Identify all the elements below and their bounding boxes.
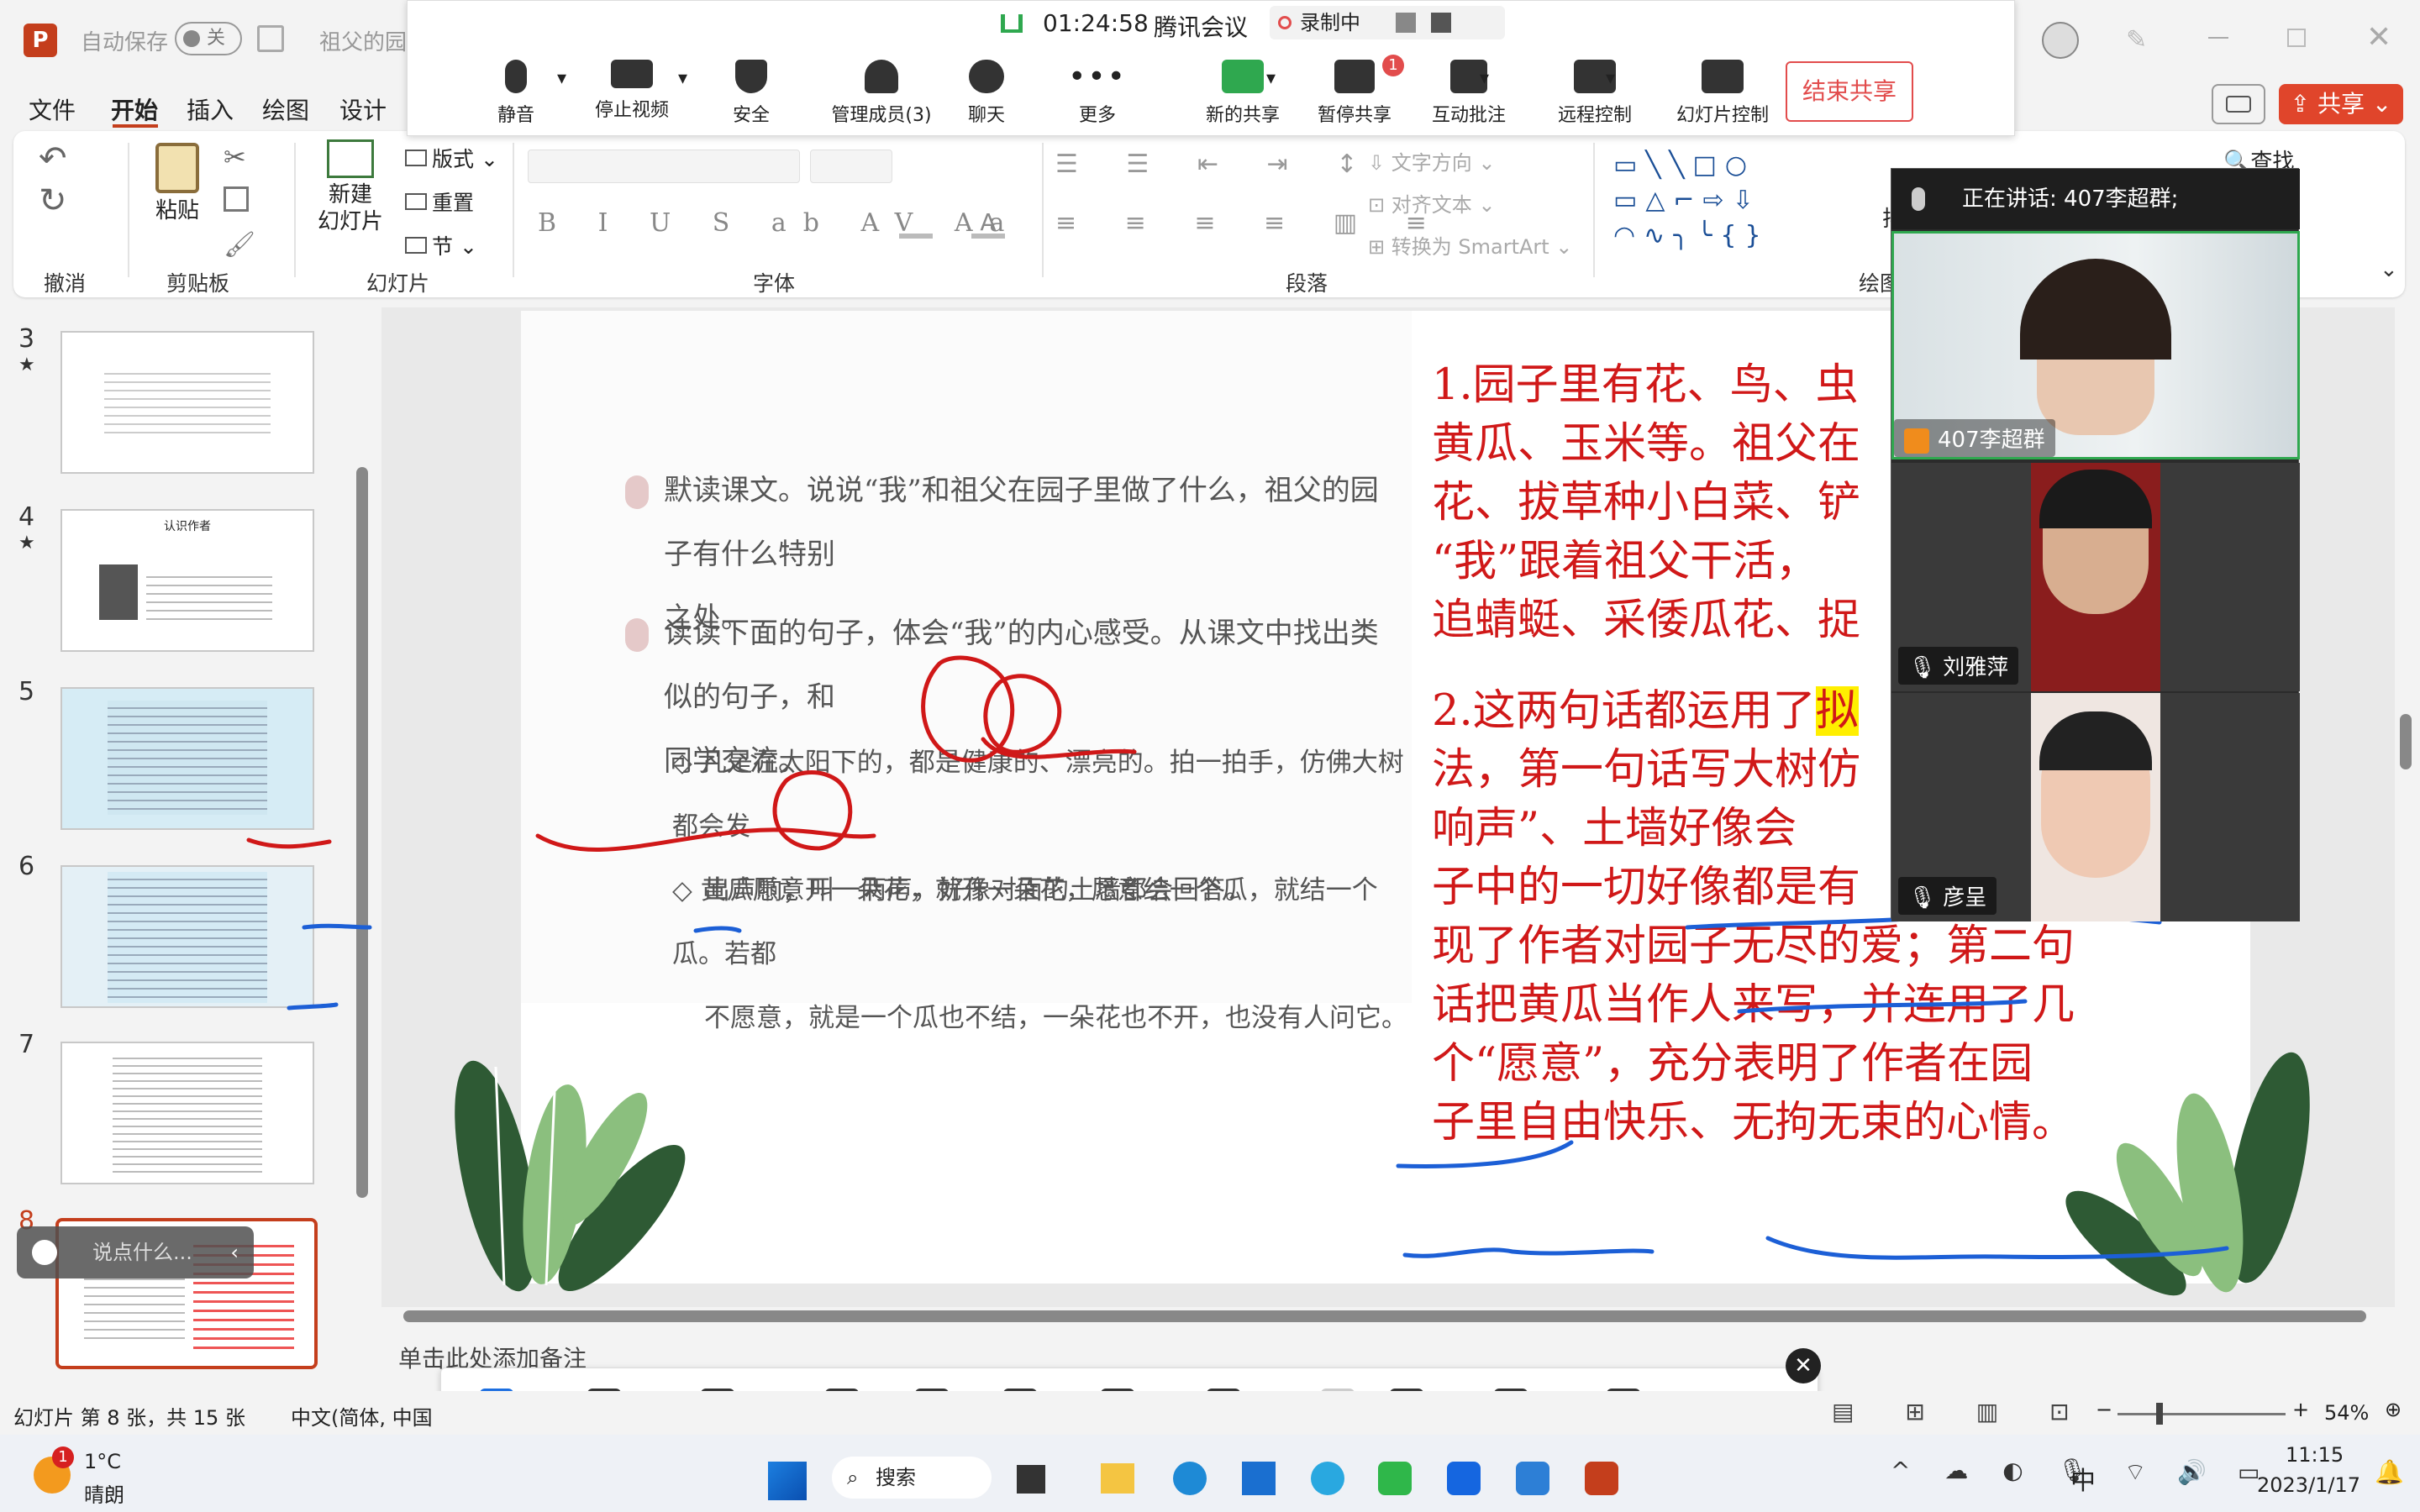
- interactive-annotation-label: 互动批注: [1431, 105, 1506, 126]
- search-icon: ⌕: [847, 1466, 859, 1489]
- edge-icon[interactable]: [1173, 1462, 1207, 1495]
- participant-name: 407李超群: [1938, 428, 2045, 453]
- clock-time[interactable]: 11:15: [2286, 1443, 2344, 1467]
- store-icon[interactable]: [1242, 1462, 1276, 1495]
- record-dot-icon: [1278, 16, 1292, 29]
- system-tray[interactable]: ^ ☁ ◐ 🎙: [1891, 1457, 2101, 1484]
- status-bar: 幻灯片 第 8 张，共 15 张 中文(简体, 中国 ▤ ⊞ ▥ ⊡ − + 5…: [0, 1391, 2420, 1435]
- participant-tile-2[interactable]: 🎙 刘雅萍: [1891, 463, 2300, 691]
- search-box[interactable]: ⌕ 搜索: [832, 1457, 992, 1499]
- slideshow-control-label: 幻灯片控制: [1676, 105, 1769, 126]
- pause-record-icon[interactable]: [1396, 13, 1416, 33]
- weather-badge: 1: [52, 1446, 74, 1468]
- zoom-in-icon[interactable]: +: [2292, 1398, 2309, 1421]
- wechat-icon[interactable]: [1378, 1462, 1412, 1495]
- mic-icon: 🎙: [1908, 885, 1944, 911]
- microphone-icon: [505, 60, 527, 93]
- language-status[interactable]: 中文(简体, 中国: [291, 1401, 433, 1431]
- end-share-label: 结束共享: [1802, 77, 1897, 105]
- remote-control-button[interactable]: 远程控制: [1532, 60, 1658, 127]
- shield-icon: [735, 60, 767, 93]
- zoom-out-icon[interactable]: −: [2096, 1398, 2112, 1421]
- stop-video-button[interactable]: 停止视频: [569, 60, 695, 122]
- slide-horizontal-scrollbar[interactable]: [403, 1310, 2366, 1322]
- weather-temp: 1°C: [84, 1450, 122, 1473]
- zoom-thumb[interactable]: [2156, 1403, 2163, 1425]
- meeting-timer: 01:24:58: [1043, 9, 1149, 37]
- task-view-icon[interactable]: [1017, 1465, 1045, 1494]
- remote-options-chevron-icon[interactable]: ▾: [1606, 68, 1615, 89]
- recording-indicator[interactable]: 录制中: [1270, 6, 1505, 39]
- participant-name-tag: 🎙 刘雅萍: [1898, 647, 2019, 685]
- members-icon: [865, 60, 898, 93]
- mic-icon: [1912, 187, 1925, 211]
- slide-vertical-scrollbar[interactable]: [2400, 714, 2412, 769]
- close-annotation-icon[interactable]: ✕: [1786, 1348, 1821, 1383]
- chat-icon: [969, 60, 1004, 93]
- participant-name: 彦呈: [1943, 885, 1987, 911]
- view-buttons[interactable]: ▤ ⊞ ▥ ⊡: [1832, 1398, 2091, 1425]
- mute-label: 静音: [497, 105, 534, 126]
- clock-date[interactable]: 2023/1/17: [2257, 1473, 2360, 1497]
- security-button[interactable]: 安全: [688, 60, 814, 127]
- security-label: 安全: [732, 105, 770, 126]
- participant-tile-3[interactable]: 🎙 彦呈: [1891, 693, 2300, 921]
- slide-count: 幻灯片 第 8 张，共 15 张: [13, 1406, 245, 1430]
- share-screen-icon: [1222, 60, 1264, 93]
- more-button[interactable]: ••• 更多: [1018, 60, 1177, 127]
- slideshow-control-button[interactable]: 幻灯片控制: [1651, 60, 1794, 127]
- camera-icon: [611, 60, 653, 88]
- mute-options-chevron-icon[interactable]: ▾: [557, 68, 566, 89]
- ime-indicator[interactable]: 中: [2070, 1460, 2096, 1497]
- remote-control-label: 远程控制: [1557, 105, 1632, 126]
- feather-icon[interactable]: [1311, 1462, 1344, 1495]
- taskbar: 1 1°C 晴朗 ⌕ 搜索 ^ ☁ ◐ 🎙 中 ⌔ 🔊 ▭ 11:15 2023/…: [0, 1435, 2420, 1512]
- participant-tile-1[interactable]: 407李超群: [1891, 231, 2300, 459]
- more-icon: •••: [1068, 60, 1127, 94]
- pause-share-label: 暂停共享: [1317, 105, 1392, 126]
- meeting-app-icon[interactable]: [1447, 1462, 1481, 1495]
- recording-label: 录制中: [1300, 11, 1360, 34]
- pinned-apps[interactable]: [1017, 1460, 1647, 1502]
- fit-slide-icon[interactable]: ⊕: [2385, 1398, 2402, 1421]
- slideshow-icon: [1702, 60, 1744, 93]
- chat-label: 聊天: [967, 105, 1005, 126]
- participant-name-tag: 🎙 彦呈: [1898, 877, 1997, 915]
- video-panel: 正在讲话: 407李超群; 407李超群 🎙 刘雅萍 🎙 彦呈: [1891, 168, 2300, 921]
- photos-icon[interactable]: [1516, 1462, 1549, 1495]
- video-options-chevron-icon[interactable]: ▾: [678, 68, 687, 89]
- user-icon: [1904, 428, 1929, 454]
- zoom-slider[interactable]: [2118, 1403, 2286, 1425]
- meeting-app-name: 腾讯会议: [1154, 13, 1249, 41]
- share-options-chevron-icon[interactable]: ▾: [1266, 68, 1276, 89]
- annotation-options-chevron-icon[interactable]: ▾: [1480, 68, 1489, 89]
- end-share-button[interactable]: 结束共享: [1786, 61, 1913, 122]
- stop-video-label: 停止视频: [594, 100, 669, 121]
- weather-widget[interactable]: 1 1°C 晴朗: [30, 1445, 198, 1507]
- stop-record-icon[interactable]: [1431, 13, 1451, 33]
- participant-name-tag: 407李超群: [1894, 419, 2055, 457]
- signal-icon: [1001, 14, 1023, 33]
- speaking-bar: 正在讲话: 407李超群;: [1891, 169, 2300, 229]
- meeting-toolbar: 01:24:58 腾讯会议 录制中 静音 ▾ 停止视频 ▾ 安全 管理成员(3)…: [407, 0, 2015, 136]
- mic-icon: 🎙: [1908, 655, 1944, 680]
- zoom-level[interactable]: 54%: [2324, 1401, 2369, 1425]
- network-volume-battery-icons[interactable]: ⌔ 🔊 ▭: [2124, 1458, 2271, 1488]
- file-explorer-icon[interactable]: [1101, 1463, 1134, 1494]
- interactive-annotation-button[interactable]: 互动批注: [1406, 60, 1532, 127]
- search-label: 搜索: [876, 1466, 916, 1489]
- speaking-label: 正在讲话: 407李超群;: [1962, 186, 2179, 212]
- more-label: 更多: [1078, 105, 1116, 126]
- powerpoint-taskbar-icon[interactable]: [1585, 1462, 1618, 1495]
- start-icon[interactable]: [768, 1462, 807, 1500]
- pause-icon: [1334, 60, 1375, 93]
- notification-icon[interactable]: 🔔: [2375, 1458, 2404, 1486]
- pause-share-button[interactable]: 暂停共享: [1292, 60, 1418, 127]
- participant-name: 刘雅萍: [1943, 655, 2009, 680]
- new-share-label: 新的共享: [1205, 105, 1280, 126]
- weather-desc: 晴朗: [84, 1483, 124, 1507]
